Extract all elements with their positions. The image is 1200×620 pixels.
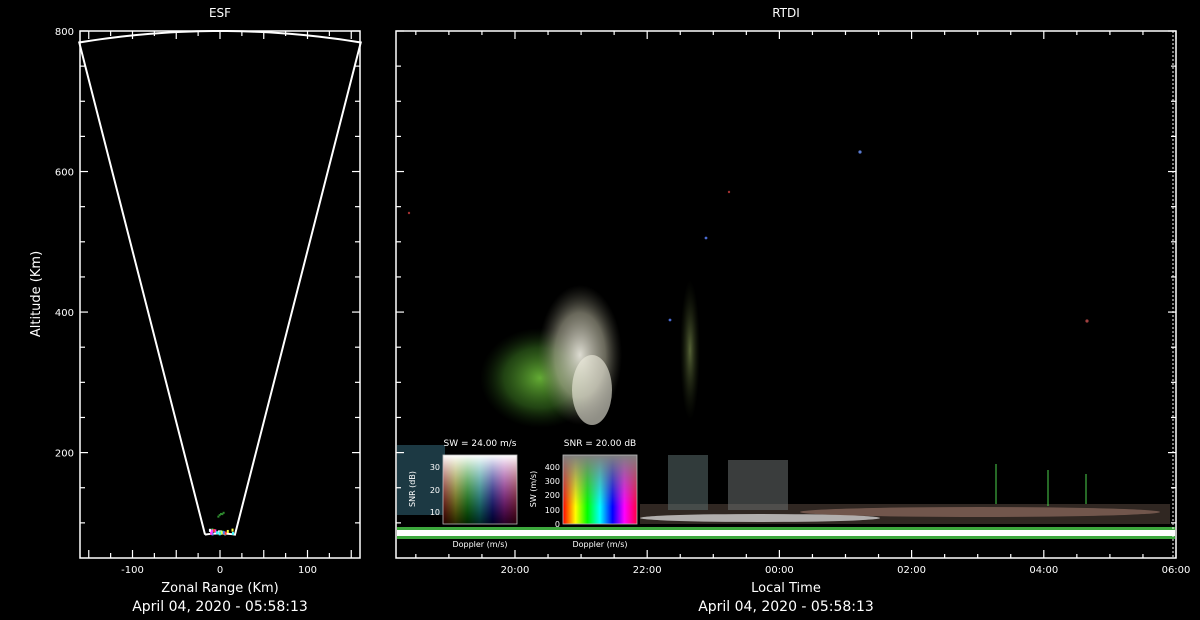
- rtdi-x-axis-label: Local Time: [751, 581, 821, 596]
- figure-canvas: ESF 200400600800-100 0 100 Altitude (Km) Z…: [29, 6, 1191, 615]
- snr-legend-tick: 400: [545, 463, 560, 472]
- esf-echo-point: [210, 531, 213, 535]
- rtdi-timestamp: April 04, 2020 - 05:58:13: [698, 599, 874, 615]
- esf-echo-point: [222, 511, 225, 514]
- esf-echo-point: [208, 528, 211, 532]
- esf-y-tick-label: 600: [55, 168, 74, 179]
- esf-ticks: 200 400 600 800 -100 0 100: [55, 27, 360, 576]
- esf-echo-point: [231, 531, 234, 535]
- esf-x-tick-label: -100: [121, 565, 144, 576]
- rtdi-speck: [858, 150, 862, 154]
- snr-legend-gray-overlay: [563, 455, 637, 524]
- esf-echo-point: [224, 531, 227, 535]
- rtdi-plume-secondary: [680, 280, 700, 420]
- sw-legend-tick: 10: [430, 508, 440, 517]
- rtdi-speck-column: [1085, 474, 1087, 504]
- rtdi-speck: [727, 190, 731, 194]
- snr-legend-tick: 300: [545, 477, 560, 486]
- esf-echo-point: [213, 528, 216, 532]
- sw-legend-xlabel: Doppler (m/s): [452, 540, 507, 549]
- snr-legend-xlabel: Doppler (m/s): [572, 540, 627, 549]
- rtdi-speck: [1085, 319, 1089, 323]
- esf-echo-point: [222, 531, 225, 535]
- esf-title: ESF: [209, 6, 231, 20]
- rtdi-column-echo-1: [668, 455, 708, 510]
- esf-timestamp: April 04, 2020 - 05:58:13: [132, 599, 308, 615]
- esf-echo-point: [226, 529, 229, 533]
- sw-legend-ylabel: SNR (dB): [408, 471, 417, 507]
- rtdi-panel: RTDI 20:00 22:00 00:00 02:00 04:00 06:00…: [395, 6, 1191, 615]
- rtdi-plume-white-core: [572, 355, 612, 425]
- esf-y-tick-label: 200: [55, 449, 74, 460]
- snr-legend-tick: 0: [555, 520, 560, 529]
- rtdi-title: RTDI: [772, 6, 800, 20]
- sw-legend-tick: 20: [430, 486, 440, 495]
- esf-y-tick-label: 800: [55, 27, 74, 38]
- rtdi-x-tick-label: 04:00: [1029, 565, 1058, 576]
- rtdi-x-tick-label: 02:00: [897, 565, 926, 576]
- esf-plot-frame: [79, 30, 361, 559]
- rtdi-low-echo-streak-2: [800, 507, 1160, 517]
- esf-echo-point: [218, 532, 221, 536]
- esf-echo-point: [231, 528, 234, 532]
- sw-legend-title: SW = 24.00 m/s: [444, 439, 517, 449]
- esf-y-tick-label: 400: [55, 308, 74, 319]
- rtdi-x-tick-label: 20:00: [501, 565, 530, 576]
- snr-legend-ylabel: SW (m/s): [529, 471, 538, 507]
- sw-legend-dark-overlay: [443, 455, 517, 524]
- snr-legend-title: SNR = 20.00 dB: [564, 439, 636, 449]
- esf-panel: ESF 200 400 600 800 -100 0 100 Altitude (Km) Z…: [29, 6, 362, 615]
- rtdi-speck-column: [1047, 470, 1049, 506]
- rtdi-speck: [704, 236, 708, 240]
- snr-legend-tick: 100: [545, 506, 560, 515]
- rtdi-ground-clutter-white: [397, 530, 1175, 536]
- esf-x-axis-label: Zonal Range (Km): [161, 581, 278, 596]
- rtdi-speck: [407, 211, 411, 215]
- rtdi-column-echo-2: [728, 460, 788, 510]
- esf-echo-point: [216, 531, 219, 535]
- rtdi-x-tick-label: 00:00: [765, 565, 794, 576]
- sw-legend-tick: 30: [430, 463, 440, 472]
- esf-echo-points: [208, 511, 234, 536]
- rtdi-left-edge-echo: [397, 445, 445, 515]
- rtdi-speck: [668, 318, 672, 322]
- esf-y-axis-label: Altitude (Km): [29, 251, 44, 337]
- esf-fan-outline: [78, 29, 362, 536]
- rtdi-x-tick-label: 06:00: [1162, 565, 1191, 576]
- snr-legend-tick: 200: [545, 491, 560, 500]
- esf-x-tick-label: 0: [217, 565, 223, 576]
- rtdi-speck-column: [995, 464, 997, 504]
- rtdi-x-tick-label: 22:00: [633, 565, 662, 576]
- esf-x-tick-label: 100: [298, 565, 317, 576]
